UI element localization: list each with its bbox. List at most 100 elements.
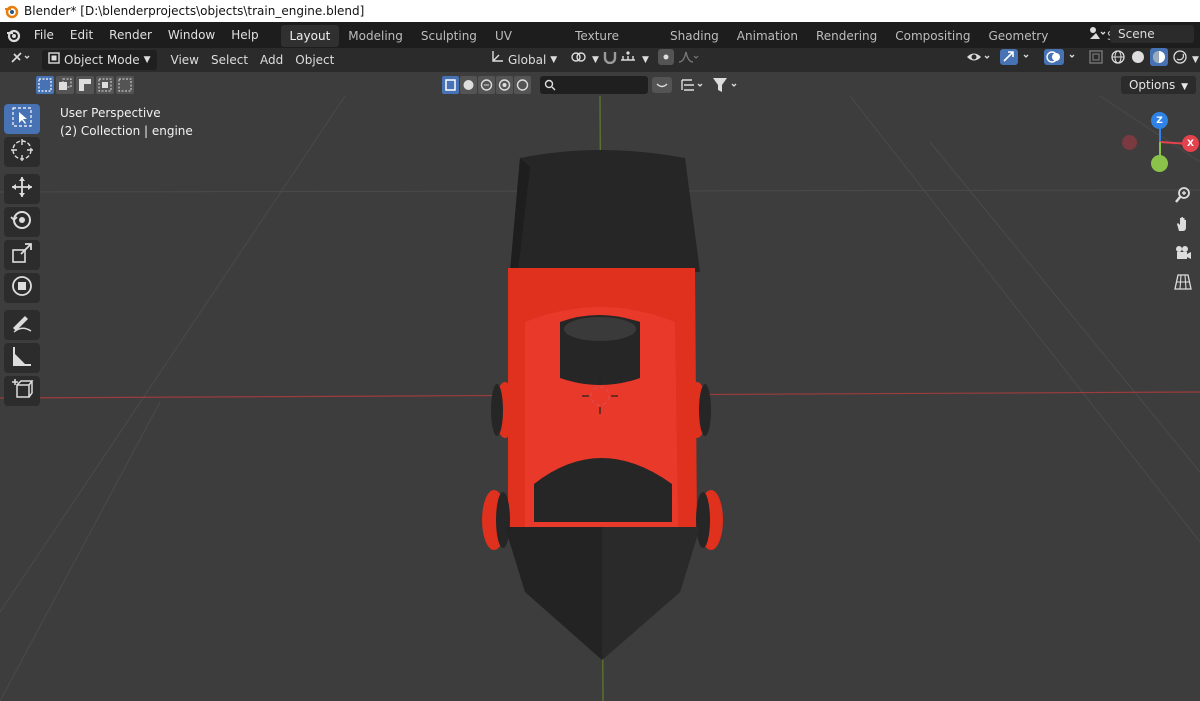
object-mode-icon [48, 50, 60, 70]
gizmo-z-axis[interactable]: Z [1151, 112, 1168, 129]
editor-type-button[interactable] [4, 50, 38, 70]
viewport-info: User Perspective (2) Collection | engine [60, 104, 193, 140]
menu-select[interactable]: Select [205, 50, 254, 70]
menu-render[interactable]: Render [101, 22, 160, 48]
gizmo-arrow-icon [1000, 49, 1036, 71]
tab-modeling[interactable]: Modeling [339, 25, 412, 47]
gizmo-x-label: X [1187, 138, 1194, 149]
menu-help[interactable]: Help [223, 22, 266, 48]
gizmo-y-axis[interactable] [1151, 155, 1168, 172]
gizmo-z-label: Z [1156, 115, 1163, 126]
orientation-axes-icon [490, 50, 504, 70]
select-box-tool[interactable] [4, 104, 40, 134]
chevron-down-icon: ▼ [1192, 55, 1199, 65]
overlay-circles-icon [1044, 49, 1084, 71]
menu-edit[interactable]: Edit [62, 22, 101, 48]
rendered-shading-icon[interactable] [1172, 49, 1188, 71]
tab-geometry-nodes[interactable]: Geometry Nodes [979, 25, 1098, 65]
snap-target-dropdown[interactable]: ▼ [614, 50, 655, 70]
gizmo-toggle[interactable] [994, 49, 1042, 71]
viewport-scene [0, 95, 1200, 701]
select-box-icon [11, 106, 33, 132]
top-bar: File Edit Render Window Help Layout Mode… [0, 22, 1200, 65]
options-label: Options [1128, 78, 1176, 92]
gizmo-neg-x-axis[interactable] [1122, 135, 1137, 150]
zoom-icon [1174, 186, 1192, 208]
camera-view-button[interactable] [1170, 242, 1196, 268]
move-tool[interactable] [4, 174, 40, 204]
3d-viewport[interactable] [0, 72, 1200, 701]
tab-layout[interactable]: Layout [280, 25, 340, 47]
scene-selector[interactable]: Scene [1088, 24, 1194, 44]
perspective-label: User Perspective [60, 106, 161, 120]
move-icon [10, 175, 34, 203]
xray-icon [1088, 49, 1104, 71]
add-cube-tool[interactable] [4, 376, 40, 406]
hand-pan-icon [1174, 215, 1192, 237]
measure-icon [11, 345, 33, 371]
menu-view[interactable]: View [165, 50, 205, 70]
tab-rendering[interactable]: Rendering [807, 25, 886, 47]
falloff-curve-icon [678, 50, 700, 70]
measure-tool[interactable] [4, 343, 40, 373]
blender-logo-icon [2, 2, 20, 20]
scale-tool[interactable] [4, 240, 40, 270]
scale-icon [11, 242, 33, 268]
tool-shelf [4, 104, 42, 409]
add-cube-icon [10, 377, 34, 405]
transform-icon [10, 274, 34, 302]
gizmo-x-axis[interactable]: X [1182, 135, 1199, 152]
pan-button[interactable] [1170, 213, 1196, 239]
editor-type-icon [10, 50, 32, 70]
ortho-toggle-button[interactable] [1170, 271, 1196, 297]
proportional-falloff-dropdown[interactable] [672, 50, 706, 70]
chevron-down-icon: ▼ [1181, 82, 1188, 92]
chevron-down-icon: ▼ [550, 55, 558, 65]
tab-texture-paint[interactable]: Texture Paint [566, 25, 661, 65]
viewport-header: Object Mode ▼ View Select Add Object Glo… [0, 48, 1200, 72]
tab-compositing[interactable]: Compositing [886, 25, 979, 47]
annotate-tool[interactable] [4, 310, 40, 340]
tab-uv-editing[interactable]: UV Editing [486, 25, 566, 65]
window-title: Blender* [D:\blenderprojects\objects\tra… [24, 4, 365, 18]
scene-name-field[interactable]: Scene [1110, 25, 1194, 43]
scene-icon [1088, 26, 1106, 43]
chevron-down-icon: ▼ [143, 55, 151, 65]
solid-shading-icon[interactable] [1130, 49, 1146, 71]
menu-add[interactable]: Add [254, 50, 289, 70]
navigation-tools [1170, 184, 1196, 300]
transform-orientation-dropdown[interactable]: Global ▼ [484, 50, 563, 70]
mode-dropdown[interactable]: Object Mode ▼ [42, 50, 157, 70]
options-button[interactable]: Options ▼ [1120, 76, 1196, 94]
rotate-icon [10, 208, 34, 236]
annotate-icon [10, 311, 34, 339]
blender-menu-icon[interactable] [0, 27, 26, 43]
zoom-button[interactable] [1170, 184, 1196, 210]
tab-animation[interactable]: Animation [728, 25, 807, 47]
camera-icon [1174, 244, 1192, 266]
wireframe-shading-icon[interactable] [1110, 49, 1126, 71]
rotate-tool[interactable] [4, 207, 40, 237]
visibility-dropdown[interactable] [960, 50, 998, 70]
orientation-label: Global [508, 53, 547, 67]
menu-file[interactable]: File [26, 22, 62, 48]
shading-mode-group[interactable]: ▼ [1104, 48, 1200, 72]
train-engine-model [482, 150, 723, 660]
material-shading-icon[interactable] [1150, 48, 1168, 72]
transform-tool[interactable] [4, 273, 40, 303]
tab-shading[interactable]: Shading [661, 25, 728, 47]
grid-ortho-icon [1174, 273, 1192, 295]
chevron-down-icon: ▼ [642, 55, 649, 65]
snap-increment-icon [620, 50, 638, 70]
pivot-icon [570, 50, 588, 70]
collection-label: (2) Collection | engine [60, 124, 193, 138]
menu-window[interactable]: Window [160, 22, 223, 48]
tab-sculpting[interactable]: Sculpting [412, 25, 486, 47]
cursor-icon [10, 138, 34, 166]
cursor-tool[interactable] [4, 137, 40, 167]
window-titlebar: Blender* [D:\blenderprojects\objects\tra… [0, 0, 1200, 22]
navigation-gizmo[interactable]: Z X [1118, 110, 1200, 180]
mode-label: Object Mode [64, 53, 140, 67]
eye-icon [966, 50, 992, 70]
menu-object[interactable]: Object [289, 50, 340, 70]
